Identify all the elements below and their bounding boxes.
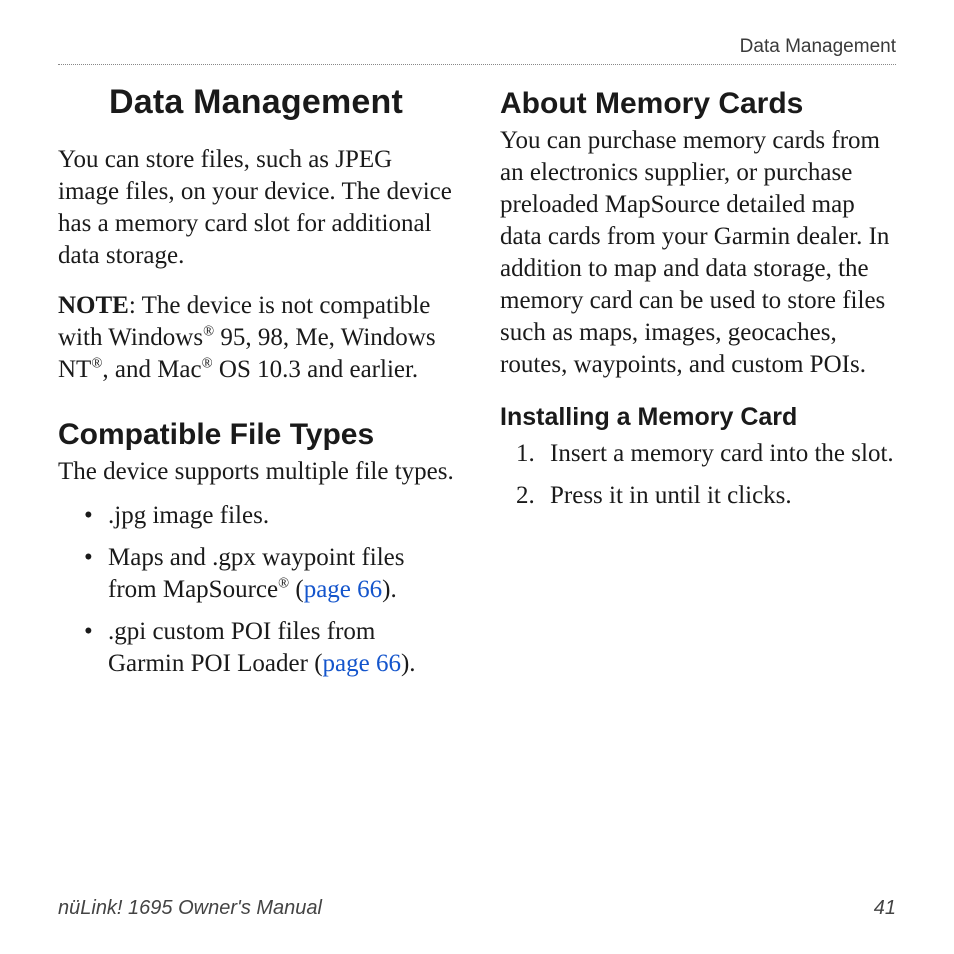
list-item: .gpi custom POI files from Garmin POI Lo…: [86, 616, 454, 680]
page-footer: nüLink! 1695 Owner's Manual 41: [58, 897, 896, 920]
running-head: Data Management: [58, 36, 896, 65]
list-item: .jpg image files.: [86, 500, 454, 532]
compatible-intro: The device supports multiple file types.: [58, 456, 454, 488]
registered-mark: ®: [202, 356, 213, 372]
manual-title: nüLink! 1695 Owner's Manual: [58, 897, 322, 920]
install-steps-list: Insert a memory card into the slot. Pres…: [500, 438, 896, 512]
file-types-list: .jpg image files. Maps and .gpx waypoint…: [58, 500, 454, 680]
note-paragraph: NOTE: The device is not compatible with …: [58, 290, 454, 386]
left-column: Data Management You can store files, suc…: [58, 83, 454, 690]
list-item: Press it in until it clicks.: [528, 480, 896, 512]
page-66-link[interactable]: page 66: [323, 650, 401, 677]
list-item: Maps and .gpx waypoint files from MapSou…: [86, 542, 454, 606]
registered-mark: ®: [278, 576, 289, 592]
page-66-link[interactable]: page 66: [304, 576, 382, 603]
registered-mark: ®: [91, 356, 102, 372]
list-item: Insert a memory card into the slot.: [528, 438, 896, 470]
list-item-text: ).: [401, 650, 416, 677]
list-item-text: ).: [382, 576, 397, 603]
two-column-layout: Data Management You can store files, suc…: [58, 83, 896, 690]
list-item-text: (: [289, 576, 304, 603]
note-text-3: , and Mac: [102, 356, 201, 383]
right-column: About Memory Cards You can purchase memo…: [500, 83, 896, 690]
installing-memory-card-heading: Installing a Memory Card: [500, 403, 896, 432]
page-number: 41: [874, 897, 896, 920]
about-memory-cards-heading: About Memory Cards: [500, 87, 896, 121]
note-label: NOTE: [58, 292, 129, 319]
intro-paragraph: You can store files, such as JPEG image …: [58, 144, 454, 272]
memory-cards-paragraph: You can purchase memory cards from an el…: [500, 125, 896, 381]
chapter-title: Data Management: [58, 83, 454, 122]
registered-mark: ®: [203, 324, 214, 340]
compatible-file-types-heading: Compatible File Types: [58, 418, 454, 452]
note-text-4: OS 10.3 and earlier.: [213, 356, 419, 383]
